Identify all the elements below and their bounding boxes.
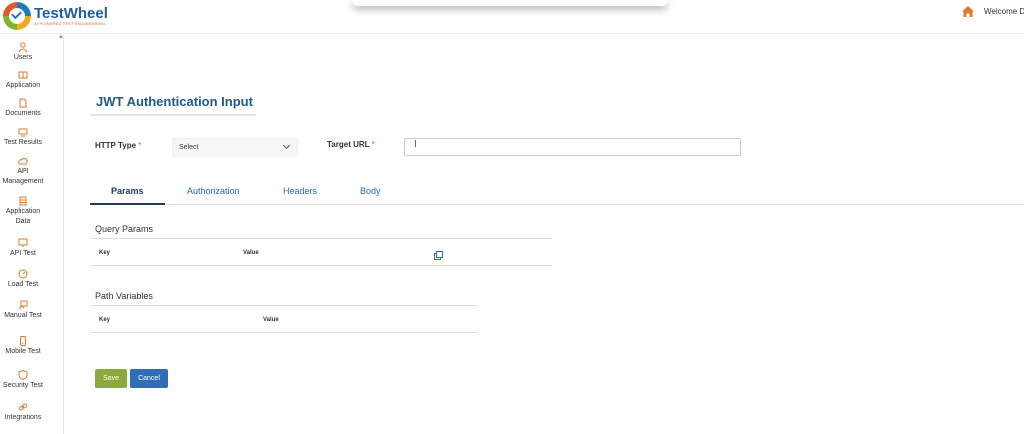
required-mark: * <box>138 141 142 150</box>
sidebar-item-label: Load Test <box>7 281 39 288</box>
path-variables-key-header: Key <box>99 317 111 323</box>
http-type-label-text: HTTP Type <box>95 141 137 150</box>
sidebar-item-application[interactable]: Application <box>0 70 46 91</box>
sidebar-item-label: API Management <box>2 168 44 185</box>
brand-tagline: AI POWERED TEST ENGINEERING <box>34 21 106 26</box>
sidebar-item-label: Application Data <box>5 208 41 225</box>
monitor-icon <box>18 128 28 137</box>
overlay-edge <box>352 0 668 6</box>
sidebar-item-label: Mobile Test <box>5 348 41 355</box>
page-title: JWT Authentication Input <box>96 94 253 109</box>
target-url-input[interactable] <box>404 138 741 156</box>
application-icon <box>18 71 28 79</box>
sidebar-item-label: Manual Test <box>4 312 42 319</box>
sidebar-item-documents[interactable]: Documents <box>0 98 46 119</box>
user-icon <box>18 42 28 52</box>
top-bar: TestWheel AI POWERED TEST ENGINEERING We… <box>0 0 1024 34</box>
sidebar: ▲ Users Application Documents Test Resul… <box>0 34 64 434</box>
page-title-tab: JWT Authentication Input <box>90 88 256 116</box>
sidebar-item-integrations[interactable]: Integrations <box>0 402 46 423</box>
http-type-label: HTTP Type * <box>95 141 141 150</box>
path-variables-title: Path Variables <box>95 291 153 301</box>
shield-icon <box>18 370 28 380</box>
copy-icon[interactable] <box>434 251 443 260</box>
welcome-text: Welcome Dil <box>984 7 1024 16</box>
save-button[interactable]: Save <box>95 369 127 388</box>
cancel-button[interactable]: Cancel <box>130 369 168 388</box>
sidebar-item-test-results[interactable]: Test Results <box>0 127 46 148</box>
data-list-icon <box>19 196 27 206</box>
sidebar-item-label: Documents <box>5 110 41 117</box>
sidebar-item-manual-test[interactable]: Manual Test <box>0 300 46 321</box>
document-icon <box>19 98 27 108</box>
sidebar-scroll-up-icon[interactable]: ▲ <box>58 34 64 40</box>
query-params-value-header: Value <box>243 250 259 256</box>
hand-pointer-icon <box>18 300 28 310</box>
target-url-label: Target URL * <box>327 140 375 149</box>
sidebar-item-mobile-test[interactable]: Mobile Test <box>0 336 46 357</box>
brand-name: TestWheel <box>34 5 108 22</box>
sidebar-item-load-test[interactable]: Load Test <box>0 269 46 290</box>
tab-params[interactable]: Params <box>111 186 144 196</box>
mobile-icon <box>20 336 26 346</box>
tab-body[interactable]: Body <box>360 186 381 196</box>
request-tabs: Params Authorization Headers Body <box>90 180 1024 205</box>
http-type-value: Select <box>179 144 199 151</box>
logo-mark-icon <box>3 2 31 30</box>
chevron-down-icon <box>282 141 291 150</box>
path-variables-table: Key Value <box>90 305 478 333</box>
path-variables-value-header: Value <box>263 317 279 323</box>
query-params-table: Key Value <box>90 238 552 266</box>
screen-icon <box>18 238 28 247</box>
cloud-icon <box>18 157 28 165</box>
link-icon <box>18 403 28 411</box>
sidebar-item-api-management[interactable]: API Management <box>0 156 46 187</box>
tab-authorization[interactable]: Authorization <box>187 186 240 196</box>
query-params-key-header: Key <box>99 250 111 256</box>
sidebar-item-label: Integrations <box>4 414 42 421</box>
tab-headers[interactable]: Headers <box>283 186 317 196</box>
gauge-icon <box>18 269 28 279</box>
sidebar-item-label: Users <box>13 54 33 61</box>
sidebar-item-label: Test Results <box>3 139 43 146</box>
sidebar-item-application-data[interactable]: Application Data <box>0 196 46 227</box>
home-icon[interactable] <box>962 6 974 17</box>
query-params-title: Query Params <box>95 224 154 234</box>
active-tab-indicator <box>90 203 165 205</box>
required-mark: * <box>371 140 375 149</box>
sidebar-item-label: Security Test <box>3 382 43 389</box>
sidebar-item-api-test[interactable]: API Test <box>0 238 46 259</box>
http-type-select[interactable]: Select <box>172 138 298 157</box>
text-cursor-icon: I <box>414 139 417 150</box>
sidebar-item-security-test[interactable]: Security Test <box>0 370 46 391</box>
sidebar-item-label: Application <box>5 82 41 89</box>
sidebar-item-label: API Test <box>10 250 36 257</box>
target-url-label-text: Target URL <box>327 140 370 149</box>
sidebar-item-users[interactable]: Users <box>0 42 46 63</box>
logo[interactable]: TestWheel AI POWERED TEST ENGINEERING <box>3 2 108 30</box>
